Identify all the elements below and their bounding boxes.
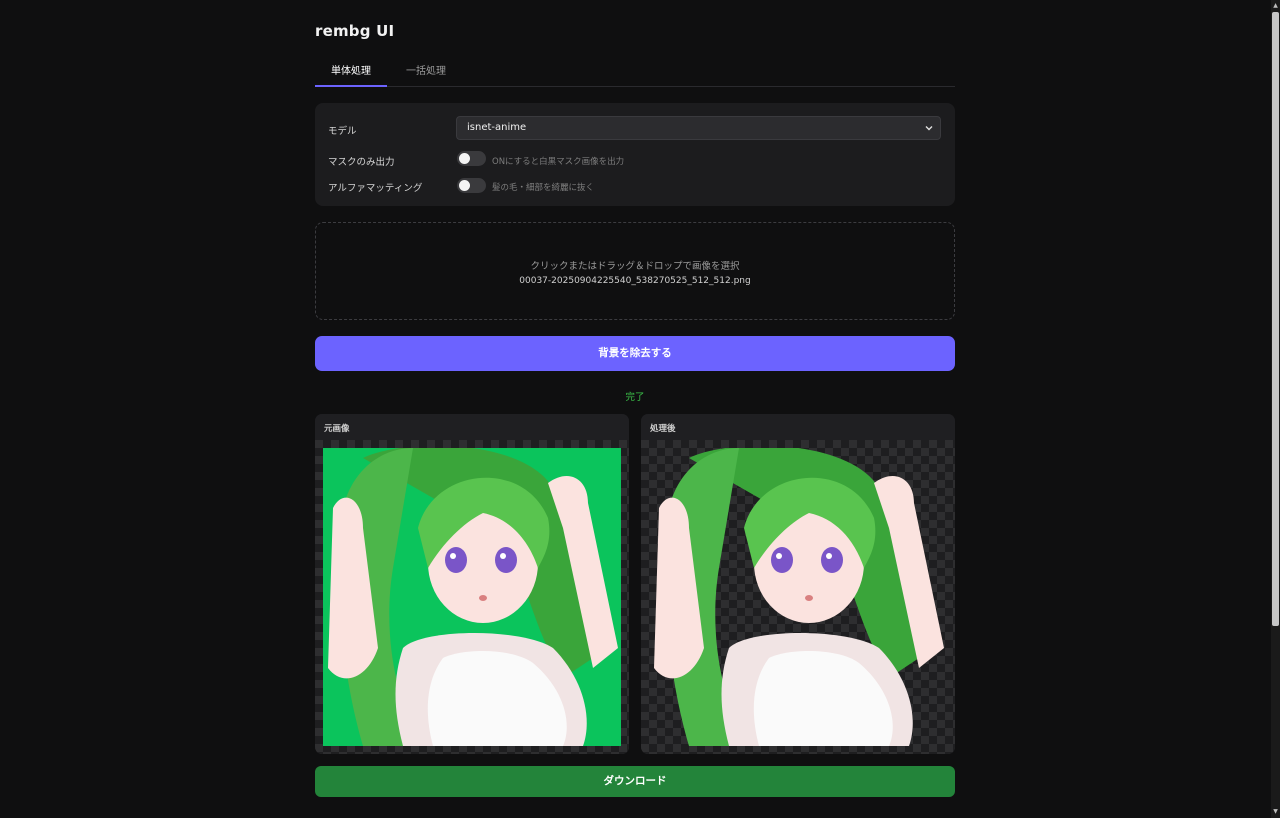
- status-text: 完了: [625, 392, 645, 403]
- scroll-up-icon[interactable]: ▲: [1272, 2, 1279, 10]
- alpha-hint: 髪の毛・細部を綺麗に抜く: [492, 183, 595, 193]
- image-dropzone[interactable]: クリックまたはドラッグ＆ドロップで画像を選択 00037-20250904225…: [315, 222, 955, 320]
- remove-background-button[interactable]: 背景を除去する: [315, 336, 955, 371]
- model-label: モデル: [328, 126, 357, 137]
- model-select-value: isnet-anime: [467, 122, 527, 133]
- result-panel-title: 処理後: [650, 424, 676, 434]
- scrollbar-thumb[interactable]: [1272, 12, 1279, 626]
- tab-batch[interactable]: 一括処理: [393, 58, 459, 86]
- mask-label: マスクのみ出力: [328, 157, 395, 168]
- panel-header: 元画像: [315, 414, 629, 440]
- download-button[interactable]: ダウンロード: [315, 766, 955, 797]
- page-scrollbar[interactable]: ▲ ▼: [1271, 0, 1280, 818]
- app-title: rembg UI: [315, 22, 395, 40]
- tab-bar: 単体処理 一括処理: [315, 58, 955, 87]
- checker-background: [315, 440, 629, 754]
- dropzone-instruction: クリックまたはドラッグ＆ドロップで画像を選択: [530, 261, 740, 272]
- alpha-label: アルファマッティング: [328, 183, 423, 194]
- result-image-panel: 処理後: [641, 414, 955, 754]
- original-image: [323, 448, 621, 746]
- model-select[interactable]: isnet-anime: [456, 116, 941, 140]
- panel-header: 処理後: [641, 414, 955, 440]
- toggle-knob: [459, 153, 470, 164]
- settings-panel: モデル isnet-anime マスクのみ出力 ONにすると白黒マスク画像を出力…: [315, 103, 955, 206]
- mask-hint: ONにすると白黒マスク画像を出力: [492, 157, 625, 167]
- tab-single[interactable]: 単体処理: [315, 58, 387, 87]
- selected-filename: 00037-20250904225540_538270525_512_512.p…: [519, 276, 751, 286]
- chevron-down-icon: [925, 126, 933, 131]
- checker-background: [641, 440, 955, 754]
- original-image-panel: 元画像: [315, 414, 629, 754]
- scroll-down-icon[interactable]: ▼: [1272, 808, 1279, 816]
- result-image: [654, 448, 944, 746]
- alpha-toggle[interactable]: [457, 178, 486, 193]
- mask-toggle[interactable]: [457, 151, 486, 166]
- original-panel-title: 元画像: [324, 424, 350, 434]
- toggle-knob: [459, 180, 470, 191]
